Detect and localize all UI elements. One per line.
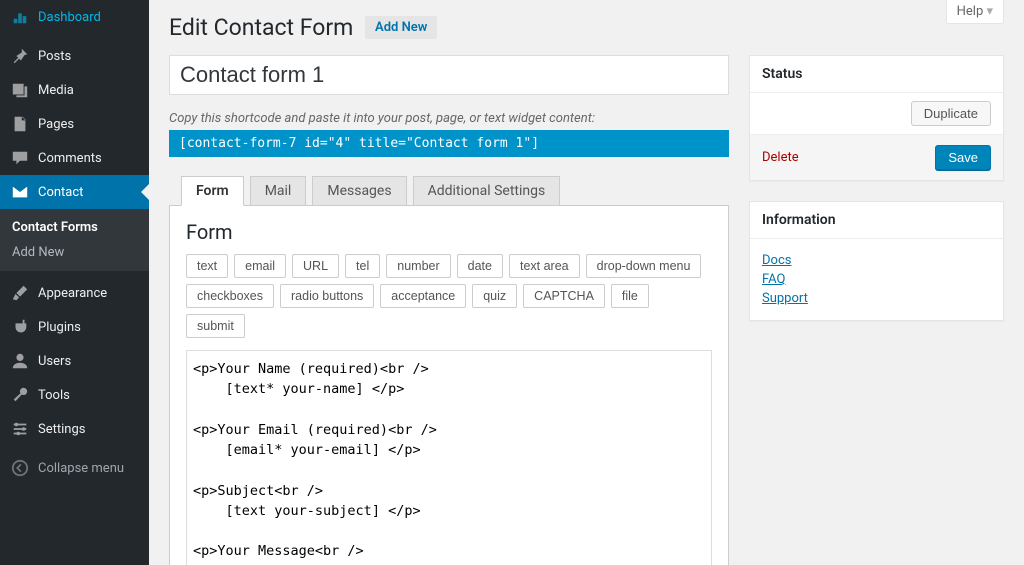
menu-posts[interactable]: Posts [0, 39, 149, 73]
tab-additional-settings[interactable]: Additional Settings [413, 176, 561, 206]
submenu-contact-forms[interactable]: Contact Forms [0, 215, 149, 240]
page-title: Edit Contact Form Add New [169, 0, 1004, 45]
tag-btn-tel[interactable]: tel [345, 254, 380, 278]
tag-btn-radio[interactable]: radio buttons [280, 284, 374, 308]
submenu-add-new[interactable]: Add New [0, 240, 149, 265]
collapse-icon [10, 458, 30, 478]
tag-btn-date[interactable]: date [457, 254, 503, 278]
tag-btn-url[interactable]: URL [292, 254, 339, 278]
menu-appearance[interactable]: Appearance [0, 276, 149, 310]
tab-mail[interactable]: Mail [250, 176, 307, 206]
plug-icon [10, 317, 30, 337]
menu-label: Users [38, 354, 71, 369]
support-link[interactable]: Support [762, 291, 991, 306]
tab-bar: Form Mail Messages Additional Settings [169, 176, 729, 206]
tag-btn-number[interactable]: number [386, 254, 450, 278]
tag-btn-checkboxes[interactable]: checkboxes [186, 284, 274, 308]
duplicate-button[interactable]: Duplicate [911, 101, 991, 126]
tag-generator-row: text email URL tel number date text area… [186, 254, 712, 338]
status-title: Status [750, 56, 1003, 93]
add-new-button[interactable]: Add New [365, 16, 437, 39]
tag-btn-captcha[interactable]: CAPTCHA [523, 284, 605, 308]
menu-label: Tools [38, 388, 70, 403]
menu-label: Media [38, 83, 74, 98]
menu-label: Settings [38, 422, 85, 437]
tag-btn-email[interactable]: email [234, 254, 286, 278]
form-body-textarea[interactable]: <p>Your Name (required)<br /> [text* you… [186, 350, 712, 565]
menu-label: Dashboard [38, 10, 101, 25]
menu-users[interactable]: Users [0, 344, 149, 378]
tag-btn-acceptance[interactable]: acceptance [380, 284, 466, 308]
menu-tools[interactable]: Tools [0, 378, 149, 412]
dashboard-icon [10, 7, 30, 27]
tag-btn-submit[interactable]: submit [186, 314, 245, 338]
menu-settings[interactable]: Settings [0, 412, 149, 446]
docs-link[interactable]: Docs [762, 253, 991, 268]
mail-icon [10, 182, 30, 202]
tag-btn-file[interactable]: file [611, 284, 649, 308]
admin-sidebar: Dashboard Posts Media Pages Comments Con… [0, 0, 149, 565]
menu-label: Appearance [38, 286, 107, 301]
status-postbox: Status Duplicate Delete Save [749, 55, 1004, 181]
help-tab[interactable]: Help [946, 0, 1004, 24]
media-icon [10, 80, 30, 100]
tab-panel-form: Form text email URL tel number date text… [169, 205, 729, 565]
user-icon [10, 351, 30, 371]
main-content: Help Edit Contact Form Add New Copy this… [149, 0, 1024, 565]
collapse-menu[interactable]: Collapse menu [0, 451, 149, 485]
wrench-icon [10, 385, 30, 405]
menu-label: Comments [38, 151, 102, 166]
menu-dashboard[interactable]: Dashboard [0, 0, 149, 34]
pages-icon [10, 114, 30, 134]
tag-btn-text[interactable]: text [186, 254, 228, 278]
shortcode-hint: Copy this shortcode and paste it into yo… [169, 111, 729, 126]
menu-label: Pages [38, 117, 74, 132]
panel-heading: Form [186, 220, 712, 244]
shortcode-field[interactable] [169, 130, 729, 157]
save-button[interactable]: Save [935, 145, 991, 170]
page-title-text: Edit Contact Form [169, 14, 353, 41]
collapse-label: Collapse menu [38, 461, 124, 476]
menu-contact[interactable]: Contact [0, 175, 149, 209]
comments-icon [10, 148, 30, 168]
faq-link[interactable]: FAQ [762, 272, 991, 287]
tag-btn-quiz[interactable]: quiz [472, 284, 517, 308]
sliders-icon [10, 419, 30, 439]
pin-icon [10, 46, 30, 66]
tab-messages[interactable]: Messages [312, 176, 406, 206]
menu-plugins[interactable]: Plugins [0, 310, 149, 344]
menu-media[interactable]: Media [0, 73, 149, 107]
brush-icon [10, 283, 30, 303]
menu-label: Plugins [38, 320, 81, 335]
information-title: Information [750, 202, 1003, 239]
menu-pages[interactable]: Pages [0, 107, 149, 141]
submenu-contact: Contact Forms Add New [0, 209, 149, 271]
information-postbox: Information Docs FAQ Support [749, 201, 1004, 321]
menu-label: Posts [38, 49, 71, 64]
menu-label: Contact [38, 185, 83, 200]
delete-link[interactable]: Delete [762, 150, 799, 165]
tab-form[interactable]: Form [181, 176, 244, 206]
tag-btn-dropdown[interactable]: drop-down menu [586, 254, 702, 278]
tag-btn-textarea[interactable]: text area [509, 254, 580, 278]
menu-comments[interactable]: Comments [0, 141, 149, 175]
form-title-input[interactable] [169, 55, 729, 95]
